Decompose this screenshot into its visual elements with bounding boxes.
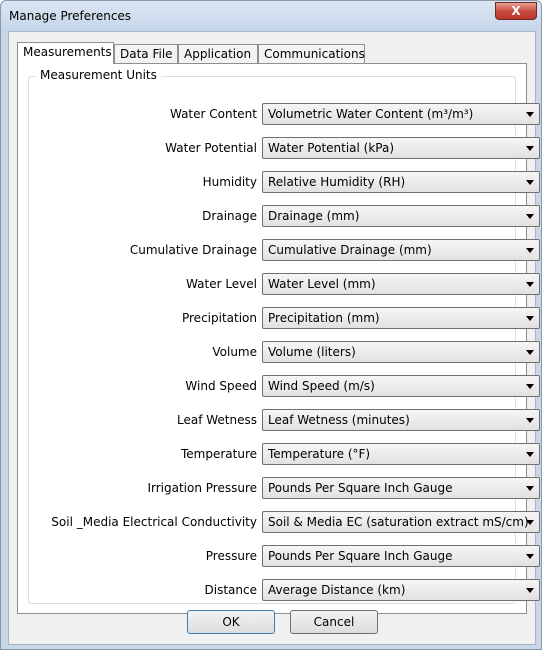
chevron-down-icon	[526, 486, 534, 491]
tab-application[interactable]: Application	[178, 44, 258, 63]
field-label: Soil _Media Electrical Conductivity	[51, 515, 257, 529]
select-value: Pounds Per Square Inch Gauge	[268, 549, 453, 563]
row-water-content: Water Content Volumetric Water Content (…	[29, 103, 540, 125]
select-value: Water Level (mm)	[268, 277, 376, 291]
tab-label: Communications	[264, 47, 365, 61]
dialog-window: Manage Preferences X Measurements Data F…	[0, 0, 542, 650]
select-value: Average Distance (km)	[268, 583, 406, 597]
pressure-select[interactable]: Pounds Per Square Inch Gauge	[262, 545, 540, 567]
select-value: Pounds Per Square Inch Gauge	[268, 481, 453, 495]
chevron-down-icon	[526, 112, 534, 117]
chevron-down-icon	[526, 282, 534, 287]
select-value: Relative Humidity (RH)	[268, 175, 406, 189]
ok-button[interactable]: OK	[187, 610, 275, 634]
chevron-down-icon	[526, 452, 534, 457]
select-value: Cumulative Drainage (mm)	[268, 243, 432, 257]
field-label: Distance	[204, 583, 257, 597]
tab-measurements[interactable]: Measurements	[17, 42, 114, 64]
leaf-wetness-select[interactable]: Leaf Wetness (minutes)	[262, 409, 540, 431]
close-button[interactable]: X	[495, 2, 537, 20]
chevron-down-icon	[526, 418, 534, 423]
volume-select[interactable]: Volume (liters)	[262, 341, 540, 363]
row-wind-speed: Wind Speed Wind Speed (m/s)	[29, 375, 540, 397]
humidity-select[interactable]: Relative Humidity (RH)	[262, 171, 540, 193]
irrigation-pressure-select[interactable]: Pounds Per Square Inch Gauge	[262, 477, 540, 499]
cancel-button[interactable]: Cancel	[290, 610, 378, 634]
field-label: Irrigation Pressure	[147, 481, 257, 495]
tab-data-file[interactable]: Data File	[114, 44, 178, 63]
group-title: Measurement Units	[36, 68, 161, 82]
chevron-down-icon	[526, 214, 534, 219]
chevron-down-icon	[526, 248, 534, 253]
chevron-down-icon	[526, 316, 534, 321]
field-label: Leaf Wetness	[177, 413, 257, 427]
tab-label: Application	[184, 47, 252, 61]
row-precipitation: Precipitation Precipitation (mm)	[29, 307, 540, 329]
row-water-potential: Water Potential Water Potential (kPa)	[29, 137, 540, 159]
precipitation-select[interactable]: Precipitation (mm)	[262, 307, 540, 329]
row-humidity: Humidity Relative Humidity (RH)	[29, 171, 540, 193]
field-label: Humidity	[202, 175, 257, 189]
water-level-select[interactable]: Water Level (mm)	[262, 273, 540, 295]
row-pressure: Pressure Pounds Per Square Inch Gauge	[29, 545, 540, 567]
water-potential-select[interactable]: Water Potential (kPa)	[262, 137, 540, 159]
chevron-down-icon	[526, 350, 534, 355]
title-bar[interactable]: Manage Preferences X	[1, 1, 541, 31]
tab-label: Data File	[120, 47, 173, 61]
row-cumulative-drainage: Cumulative Drainage Cumulative Drainage …	[29, 239, 540, 261]
field-label: Volume	[212, 345, 257, 359]
row-soil-media-ec: Soil _Media Electrical Conductivity Soil…	[29, 511, 540, 533]
tab-communications[interactable]: Communications	[258, 44, 365, 63]
chevron-down-icon	[526, 180, 534, 185]
chevron-down-icon	[526, 588, 534, 593]
select-value: Temperature (°F)	[268, 447, 371, 461]
row-temperature: Temperature Temperature (°F)	[29, 443, 540, 465]
select-value: Leaf Wetness (minutes)	[268, 413, 410, 427]
chevron-down-icon	[526, 146, 534, 151]
select-value: Precipitation (mm)	[268, 311, 380, 325]
field-label: Cumulative Drainage	[129, 243, 257, 257]
tab-label: Measurements	[23, 45, 112, 59]
dialog-title: Manage Preferences	[9, 9, 132, 23]
dialog-body: Measurements Data File Application Commu…	[8, 31, 540, 645]
select-value: Soil & Media EC (saturation extract mS/c…	[268, 515, 529, 529]
row-water-level: Water Level Water Level (mm)	[29, 273, 540, 295]
drainage-select[interactable]: Drainage (mm)	[262, 205, 540, 227]
chevron-down-icon	[526, 554, 534, 559]
select-value: Drainage (mm)	[268, 209, 360, 223]
field-label: Water Level	[186, 277, 257, 291]
temperature-select[interactable]: Temperature (°F)	[262, 443, 540, 465]
water-content-select[interactable]: Volumetric Water Content (m³/m³)	[262, 103, 540, 125]
field-label: Temperature	[180, 447, 257, 461]
close-icon: X	[511, 4, 521, 18]
select-value: Volume (liters)	[268, 345, 356, 359]
field-label: Water Potential	[165, 141, 257, 155]
distance-select[interactable]: Average Distance (km)	[262, 579, 540, 601]
wind-speed-select[interactable]: Wind Speed (m/s)	[262, 375, 540, 397]
select-value: Volumetric Water Content (m³/m³)	[268, 107, 474, 121]
chevron-down-icon	[526, 384, 534, 389]
cumulative-drainage-select[interactable]: Cumulative Drainage (mm)	[262, 239, 540, 261]
select-value: Wind Speed (m/s)	[268, 379, 375, 393]
field-label: Pressure	[205, 549, 257, 563]
soil-media-ec-select[interactable]: Soil & Media EC (saturation extract mS/c…	[262, 511, 540, 533]
select-value: Water Potential (kPa)	[268, 141, 395, 155]
row-irrigation-pressure: Irrigation Pressure Pounds Per Square In…	[29, 477, 540, 499]
field-label: Drainage	[202, 209, 257, 223]
row-volume: Volume Volume (liters)	[29, 341, 540, 363]
row-leaf-wetness: Leaf Wetness Leaf Wetness (minutes)	[29, 409, 540, 431]
chevron-down-icon	[526, 520, 534, 525]
field-label: Water Content	[169, 107, 257, 121]
tab-panel-measurements: Measurement Units Water Content Volumetr…	[17, 63, 540, 614]
row-distance: Distance Average Distance (km)	[29, 579, 540, 601]
field-label: Wind Speed	[185, 379, 257, 393]
field-label: Precipitation	[181, 311, 257, 325]
row-drainage: Drainage Drainage (mm)	[29, 205, 540, 227]
measurement-units-group: Measurement Units Water Content Volumetr…	[28, 68, 540, 604]
